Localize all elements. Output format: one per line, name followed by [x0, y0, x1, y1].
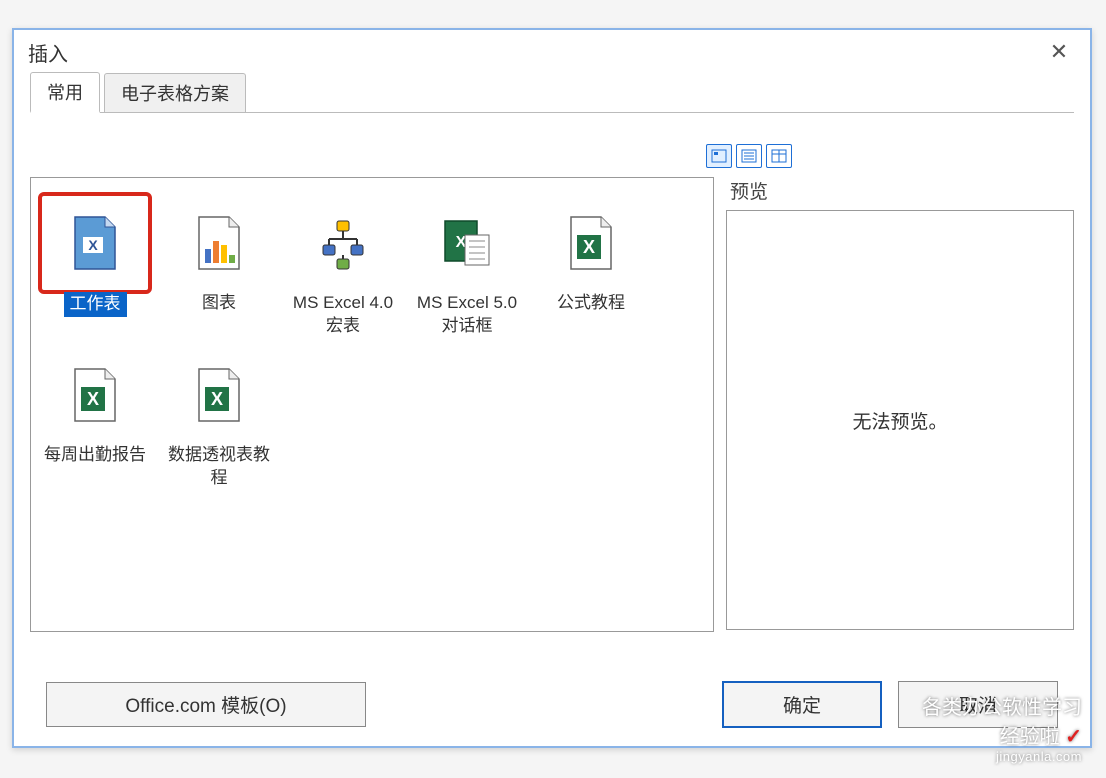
- button-label: Office.com 模板(O): [125, 696, 286, 717]
- view-large-icons-button[interactable]: [706, 144, 732, 168]
- tab-common[interactable]: 常用: [30, 72, 100, 113]
- ok-button[interactable]: 确定: [722, 681, 882, 728]
- chart-icon: [164, 194, 274, 292]
- button-label: 确定: [783, 696, 821, 717]
- svg-text:X: X: [211, 389, 223, 409]
- svg-text:X: X: [583, 237, 595, 257]
- template-label: 图表: [202, 292, 236, 315]
- view-details-button[interactable]: [766, 144, 792, 168]
- template-formula[interactable]: X 公式教程: [529, 190, 653, 342]
- template-label: MS Excel 5.0 对话框: [412, 292, 522, 338]
- office-templates-button[interactable]: Office.com 模板(O): [46, 682, 366, 727]
- large-icons-icon: [711, 149, 727, 163]
- button-label: 取消: [959, 696, 997, 717]
- preview-box: 无法预览。: [726, 210, 1074, 630]
- svg-text:X: X: [87, 389, 99, 409]
- template-macro4[interactable]: MS Excel 4.0 宏表: [281, 190, 405, 342]
- template-pivot[interactable]: X 数据透视表教程: [157, 342, 281, 494]
- button-row: Office.com 模板(O) 确定 取消: [46, 681, 1058, 728]
- excel-icon: X: [536, 194, 646, 292]
- preview-label: 预览: [726, 177, 1074, 204]
- preview-message: 无法预览。: [852, 407, 947, 434]
- template-label: 工作表: [64, 292, 127, 317]
- view-toggle: [706, 144, 792, 168]
- tab-row: 常用 电子表格方案: [30, 74, 1090, 112]
- svg-text:X: X: [88, 237, 98, 253]
- details-icon: [771, 149, 787, 163]
- preview-pane: 预览 无法预览。: [726, 177, 1074, 692]
- template-chart[interactable]: 图表: [157, 190, 281, 342]
- insert-dialog: 插入 ✕ 常用 电子表格方案 X 工作表: [12, 28, 1092, 748]
- dialog-title: 插入: [28, 38, 68, 67]
- view-list-button[interactable]: [736, 144, 762, 168]
- template-worksheet[interactable]: X 工作表: [33, 190, 157, 342]
- titlebar: 插入 ✕: [14, 30, 1090, 74]
- template-weekly[interactable]: X 每周出勤报告: [33, 342, 157, 494]
- list-icon: [741, 149, 757, 163]
- form-icon: X: [412, 194, 522, 292]
- dialog-content: X 工作表 图表 MS Excel 4.0 宏表 X M: [30, 112, 1074, 692]
- orgchart-icon: [288, 194, 398, 292]
- tab-label: 电子表格方案: [121, 84, 229, 104]
- template-label: MS Excel 4.0 宏表: [288, 292, 398, 338]
- excel-icon: X: [164, 346, 274, 444]
- template-label: 数据透视表教程: [164, 444, 274, 490]
- template-label: 公式教程: [557, 292, 625, 315]
- template-grid: X 工作表 图表 MS Excel 4.0 宏表 X M: [30, 177, 714, 632]
- template-label: 每周出勤报告: [44, 444, 146, 467]
- tab-label: 常用: [47, 83, 83, 103]
- template-dialog5[interactable]: X MS Excel 5.0 对话框: [405, 190, 529, 342]
- tab-spreadsheet-solutions[interactable]: 电子表格方案: [104, 73, 246, 112]
- cancel-button[interactable]: 取消: [898, 681, 1058, 728]
- excel-icon: X: [40, 346, 150, 444]
- close-icon: ✕: [1050, 39, 1068, 65]
- worksheet-icon: X: [40, 194, 150, 292]
- close-button[interactable]: ✕: [1042, 35, 1076, 69]
